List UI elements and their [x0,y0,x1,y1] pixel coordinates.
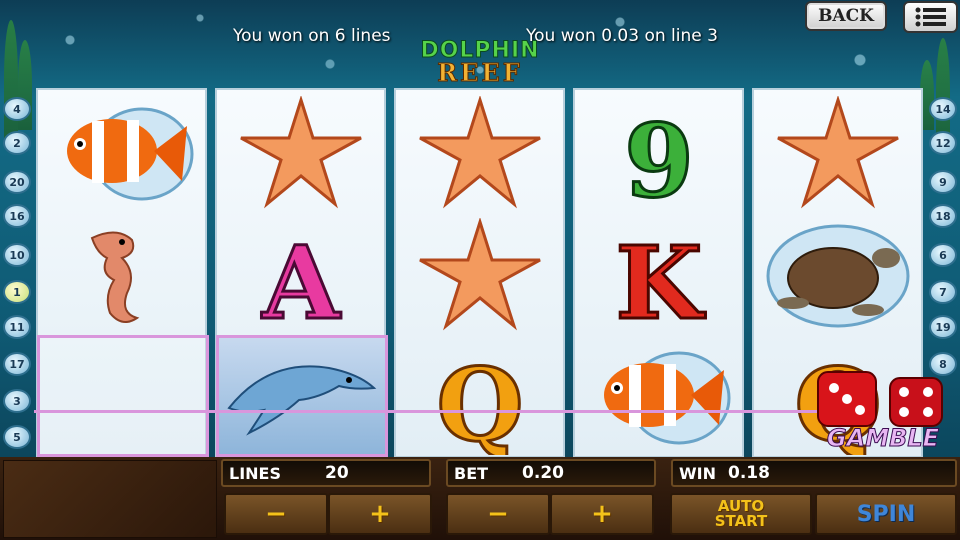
symbol-k-label: K [615,224,705,333]
win-label: WIN [679,463,716,483]
line-marker[interactable]: 9 [929,170,957,194]
gamble-button[interactable]: GAMBLE [808,358,958,466]
bet-display: BET 0.20 [446,459,656,487]
reel-4: 9 K [573,88,744,458]
symbol-starfish [396,214,563,336]
symbol-starfish [217,92,384,214]
symbol-a-label: A [261,224,341,333]
letter-a-icon: A [259,222,342,333]
letter-k-icon: K [614,222,707,333]
symbol-q: Q [396,336,563,458]
auto-start-button[interactable]: AUTO START [670,493,812,535]
line-marker[interactable]: 20 [3,170,31,194]
line-marker[interactable]: 1 [3,280,31,304]
bet-value: 0.20 [522,463,564,483]
symbol-clownfish [38,92,205,214]
line-marker[interactable]: 4 [3,97,31,121]
gamble-label: GAMBLE [826,424,940,453]
lines-decrease-button[interactable]: − [224,493,328,535]
line-marker[interactable]: 5 [3,425,31,449]
top-bar: You won on 6 lines You won 0.03 on line … [0,0,960,88]
bet-decrease-button[interactable]: − [446,493,550,535]
symbol-q-label: Q [436,346,523,455]
win-display: WIN 0.18 [671,459,957,487]
auto-start-label-line2: START [714,512,768,530]
logo-word-reef: REEF [437,58,523,87]
winning-cell-highlight [37,335,209,457]
starfish-icon [239,95,362,208]
symbol-k: K [575,214,742,336]
lines-increase-button[interactable]: + [328,493,432,535]
menu-button[interactable] [903,1,958,33]
line-marker[interactable]: 19 [929,315,957,339]
bet-increase-button[interactable]: + [550,493,654,535]
starfish-icon [418,95,541,208]
line-marker[interactable]: 17 [3,352,31,376]
winning-payline [34,410,824,413]
lines-label: LINES [229,463,281,483]
lines-value: 20 [325,463,349,483]
bet-label: BET [454,463,489,483]
symbol-starfish [396,92,563,214]
number-nine-icon: 9 [622,100,695,211]
turtle-icon [766,224,909,327]
symbol-a: A [217,214,384,336]
clownfish-icon [66,107,193,200]
clownfish-icon [603,351,730,444]
spin-button[interactable]: SPIN [815,493,957,535]
symbol-nine-label: 9 [624,102,694,211]
dolphin-icon [227,365,377,436]
line-marker[interactable]: 14 [929,97,957,121]
line-marker[interactable]: 11 [3,315,31,339]
symbol-nine: 9 [575,92,742,214]
seahorse-icon [90,231,139,323]
symbol-turtle [754,214,921,336]
line-marker[interactable]: 18 [929,204,957,228]
back-button[interactable]: BACK [805,1,887,31]
line-marker[interactable]: 16 [3,204,31,228]
symbol-clownfish [575,336,742,458]
wood-panel [3,460,217,538]
line-marker[interactable]: 7 [929,280,957,304]
winning-cell-highlight [216,335,388,457]
reel-3: Q [394,88,565,458]
starfish-icon [776,95,899,208]
line-marker[interactable]: 2 [3,131,31,155]
symbol-seahorse [38,214,205,336]
win-lines-message: You won on 6 lines [233,26,391,46]
line-marker[interactable]: 3 [3,389,31,413]
lines-display: LINES 20 [221,459,431,487]
line-marker[interactable]: 10 [3,243,31,267]
win-value: 0.18 [728,463,770,483]
symbol-starfish [754,92,921,214]
line-marker[interactable]: 12 [929,131,957,155]
line-marker[interactable]: 6 [929,243,957,267]
hamburger-menu-icon [915,7,946,27]
letter-q-icon: Q [434,344,524,455]
starfish-icon [418,217,541,330]
